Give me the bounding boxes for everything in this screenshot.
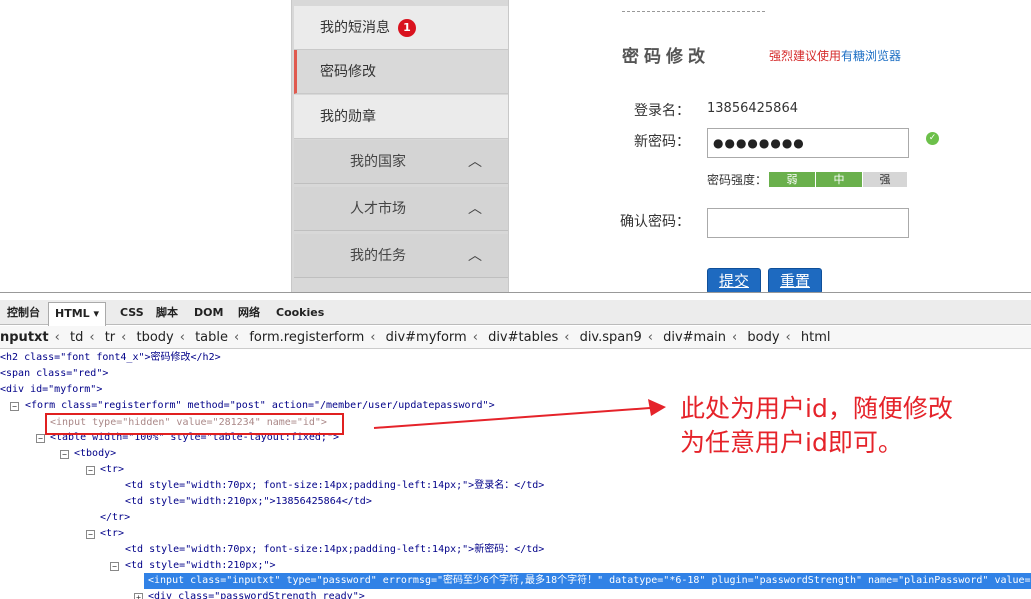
breadcrumb: nputxt ‹ td ‹ tr ‹ tbody ‹ table ‹ form.regis…	[0, 326, 1031, 349]
confirm-password-label: 确认密码：	[620, 214, 690, 230]
sidebar-item-messages[interactable]: 我的短消息 1	[294, 6, 508, 50]
sidebar-item-medals[interactable]: 我的勋章	[294, 95, 508, 139]
sidebar-item-label: 我的勋章	[320, 109, 376, 125]
tab-css[interactable]: CSS	[114, 300, 150, 325]
collapse-toggle[interactable]: −	[86, 530, 95, 539]
sidebar-item-label: 密码修改	[320, 64, 376, 80]
crumb[interactable]: table	[195, 330, 228, 345]
strength-weak: 弱	[769, 172, 815, 187]
collapse-toggle[interactable]: −	[86, 466, 95, 475]
expand-toggle[interactable]: +	[134, 593, 143, 599]
annotation-line: 为任意用户id即可。	[680, 428, 903, 457]
page-title: 密码修改	[622, 47, 710, 67]
crumb[interactable]: html	[801, 330, 831, 345]
reset-button[interactable]: 重置	[768, 268, 822, 294]
sidebar-section-tasks[interactable]: 我的任务 ︿	[294, 234, 508, 278]
collapse-toggle[interactable]: −	[36, 434, 45, 443]
crumb[interactable]: div#tables	[488, 330, 558, 345]
strength-label: 密码强度：	[707, 173, 768, 187]
password-dots: ●●●●●●●●	[713, 136, 805, 150]
strength-medium: 中	[816, 172, 862, 187]
dom-line[interactable]: <tr>	[100, 463, 124, 477]
annotation-text: 此处为用户id，随便修改 为任意用户id即可。	[680, 392, 953, 460]
divider	[622, 11, 765, 12]
tab-console[interactable]: 控制台	[1, 300, 46, 325]
highlight-box	[45, 413, 344, 435]
crumb[interactable]: div.span9	[580, 330, 642, 345]
crumb[interactable]: nputxt	[0, 330, 49, 345]
crumb[interactable]: form.registerform	[249, 330, 364, 345]
confirm-password-field[interactable]	[707, 208, 909, 238]
unread-badge: 1	[398, 19, 416, 37]
dom-line[interactable]: <span class="red">	[0, 367, 108, 381]
dom-line[interactable]: <h2 class="font font4_x">密码修改</h2>	[0, 351, 221, 365]
sidebar-section-label: 人才市场	[350, 201, 406, 217]
arrow-icon	[373, 399, 666, 429]
dom-line[interactable]: <div id="myform">	[0, 383, 102, 397]
sidebar-section-country[interactable]: 我的国家 ︿	[294, 140, 508, 184]
crumb[interactable]: div#myform	[386, 330, 467, 345]
browser-link[interactable]: 有糖浏览器	[841, 49, 901, 63]
dom-line[interactable]: <td style="width:210px;">	[125, 559, 276, 573]
crumb[interactable]: body	[747, 330, 779, 345]
dom-line-selected[interactable]: <input class="inputxt" type="password" e…	[148, 574, 1031, 588]
chevron-up-icon[interactable]: ︿	[468, 187, 482, 231]
collapse-toggle[interactable]: −	[110, 562, 119, 571]
strength-strong: 强	[863, 172, 907, 187]
browser-note: 强烈建议使用有糖浏览器	[769, 47, 901, 64]
dom-line[interactable]: <tbody>	[74, 447, 116, 461]
dom-line[interactable]: <td style="width:70px; font-size:14px;pa…	[125, 543, 544, 557]
dom-line[interactable]: <td style="width:70px; font-size:14px;pa…	[125, 479, 544, 493]
check-icon: ✓	[926, 132, 939, 145]
crumb[interactable]: div#main	[663, 330, 726, 345]
new-password-field[interactable]: ●●●●●●●●	[707, 128, 909, 158]
tab-html[interactable]: HTML ▾	[48, 302, 107, 326]
note-red-text: 强烈建议使用	[769, 49, 842, 63]
tab-network[interactable]: 网络	[232, 300, 266, 325]
annotation-line: 此处为用户id，随便修改	[680, 394, 953, 423]
sidebar: 我的短消息 1 密码修改 我的勋章 我的国家 ︿ 人才市场 ︿ 我的任务 ︿	[291, 0, 509, 292]
dom-line[interactable]: <td style="width:210px;">13856425864</td…	[125, 495, 372, 509]
collapse-toggle[interactable]: −	[60, 450, 69, 459]
collapse-toggle[interactable]: −	[10, 402, 19, 411]
tab-script[interactable]: 脚本	[150, 300, 184, 325]
chevron-up-icon[interactable]: ︿	[468, 234, 482, 278]
tab-dom[interactable]: DOM	[188, 300, 229, 325]
login-label: 登录名：	[634, 103, 690, 119]
sidebar-item-label: 我的短消息	[320, 20, 390, 36]
new-password-label: 新密码：	[634, 134, 690, 150]
tab-cookies[interactable]: Cookies	[270, 300, 330, 325]
dom-line[interactable]: <tr>	[100, 527, 124, 541]
crumb[interactable]: td	[70, 330, 83, 345]
sidebar-section-label: 我的任务	[350, 248, 406, 264]
chevron-up-icon[interactable]: ︿	[468, 140, 482, 184]
sidebar-item-password[interactable]: 密码修改	[294, 50, 508, 94]
sidebar-section-talent[interactable]: 人才市场 ︿	[294, 187, 508, 231]
submit-button[interactable]: 提交	[707, 268, 761, 294]
login-value: 13856425864	[707, 101, 798, 116]
sidebar-section-label: 我的国家	[350, 154, 406, 170]
crumb[interactable]: tbody	[136, 330, 173, 345]
dom-line[interactable]: </tr>	[100, 511, 130, 525]
crumb[interactable]: tr	[105, 330, 115, 345]
devtools-tabs: 控制台 HTML ▾ CSS 脚本 DOM 网络 Cookies	[0, 300, 1031, 326]
dom-line[interactable]: <div class="passwordStrength ready">	[148, 590, 365, 599]
